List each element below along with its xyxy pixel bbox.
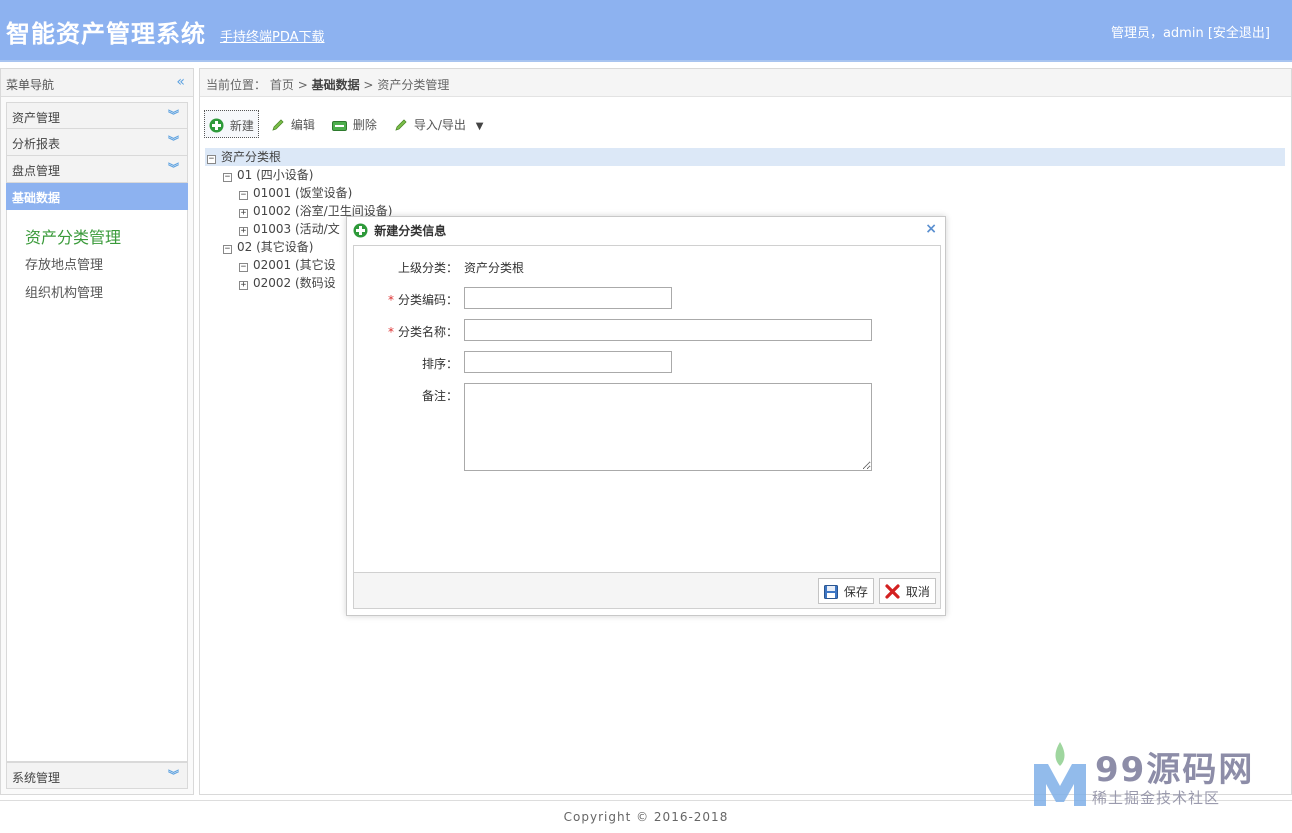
sidebar-item-label: 分析报表 — [12, 137, 61, 151]
logout-link[interactable]: [安全退出] — [1208, 26, 1270, 41]
dialog-body: 上级分类： 资产分类根 * 分类编码： * 分类名称： 排序： 备注： — [353, 245, 941, 572]
breadcrumb-page: 资产分类管理 — [377, 78, 450, 92]
category-name-label-text: 分类名称： — [397, 325, 458, 339]
double-chevron-left-icon[interactable]: « — [176, 74, 185, 90]
delete-button[interactable]: 删除 — [328, 110, 381, 138]
dialog-title: 新建分类信息 — [374, 224, 447, 238]
collapse-icon[interactable]: − — [239, 191, 248, 200]
sidebar-item-label: 系统管理 — [12, 771, 61, 785]
top-header: 智能资产管理系统 手持终端PDA下载 管理员，admin [安全退出] — [0, 0, 1292, 62]
red-x-icon — [885, 584, 900, 602]
pencil-icon — [271, 118, 285, 135]
remark-textarea[interactable] — [464, 383, 872, 471]
watermark-brand: 99源码网 — [1095, 750, 1255, 790]
cancel-button[interactable]: 取消 — [879, 578, 936, 604]
save-button[interactable]: 保存 — [818, 578, 874, 604]
plus-icon — [209, 118, 224, 136]
new-button[interactable]: 新建 — [204, 110, 259, 138]
plus-icon — [353, 223, 368, 243]
parent-category-label: 上级分类： — [397, 261, 458, 275]
double-chevron-down-icon: ︾ — [168, 162, 179, 175]
breadcrumb-separator: > — [297, 78, 308, 92]
expand-icon[interactable]: + — [239, 227, 248, 236]
watermark-subtitle: 稀土掘金技术社区 — [1092, 789, 1221, 807]
double-chevron-down-icon: ︾ — [168, 109, 179, 122]
required-mark: * — [387, 325, 394, 339]
breadcrumb-home[interactable]: 首页 — [270, 78, 294, 92]
import-export-button[interactable]: 导入/导出 ▼ — [390, 110, 487, 138]
breadcrumb-separator: > — [363, 78, 374, 92]
minus-icon — [332, 120, 347, 135]
sidebar-item-system[interactable]: 系统管理 ︾ — [6, 762, 188, 789]
tree-node-label: 01001 (饭堂设备) — [253, 186, 353, 200]
submenu-basic-data: 资产分类管理 存放地点管理 组织机构管理 — [6, 210, 188, 762]
double-chevron-down-icon: ︾ — [168, 135, 179, 148]
submenu-item-location[interactable]: 存放地点管理 — [7, 250, 187, 278]
required-mark: * — [387, 293, 394, 307]
tree-node-label: 02002 (数码设 — [253, 276, 336, 290]
sidebar-title: 菜单导航 — [6, 78, 55, 92]
category-code-label: * 分类编码： — [354, 291, 458, 308]
category-code-input[interactable] — [464, 287, 672, 309]
collapse-icon[interactable]: − — [207, 155, 216, 164]
close-icon[interactable]: × — [925, 221, 937, 237]
collapse-icon[interactable]: − — [223, 173, 232, 182]
dialog-footer: 保存 取消 — [353, 572, 941, 609]
tree-node-label: 资产分类根 — [221, 150, 282, 164]
delete-button-label: 删除 — [352, 118, 377, 132]
category-name-label: * 分类名称： — [354, 323, 458, 340]
new-category-dialog: 新建分类信息 × 上级分类： 资产分类根 * 分类编码： * 分类名称： 排序： 备… — [346, 216, 946, 616]
cancel-button-label: 取消 — [905, 585, 930, 599]
tree-node[interactable]: −01 (四小设备) — [205, 166, 1285, 184]
submenu-item-organization[interactable]: 组织机构管理 — [7, 278, 187, 306]
edit-button-label: 编辑 — [290, 118, 315, 132]
submenu-item-asset-category[interactable]: 资产分类管理 — [7, 220, 187, 250]
sort-order-label: 排序： — [421, 357, 458, 371]
user-name: 管理员，admin — [1110, 26, 1204, 41]
breadcrumb-section: 基础数据 — [311, 78, 360, 92]
sidebar-item-asset-management[interactable]: 资产管理 ︾ — [6, 102, 188, 129]
collapse-icon[interactable]: − — [223, 245, 232, 254]
category-name-input[interactable] — [464, 319, 872, 341]
tree-node-label: 02 (其它设备) — [237, 240, 314, 254]
import-export-label: 导入/导出 — [413, 118, 466, 132]
edit-button[interactable]: 编辑 — [267, 110, 319, 138]
save-button-label: 保存 — [843, 585, 868, 599]
copyright-text: Copyright © 2016-2018 — [563, 810, 729, 824]
expand-icon[interactable]: + — [239, 281, 248, 290]
category-code-label-text: 分类编码： — [397, 293, 458, 307]
sidebar-item-inventory[interactable]: 盘点管理 ︾ — [6, 156, 188, 183]
parent-category-value: 资产分类根 — [464, 261, 525, 275]
breadcrumb-prefix: 当前位置： — [206, 78, 267, 92]
tree-node-label: 02001 (其它设 — [253, 258, 336, 272]
expand-icon[interactable]: + — [239, 209, 248, 218]
sidebar-header: 菜单导航 « — [1, 69, 193, 97]
dialog-title-bar: 新建分类信息 — [353, 222, 446, 242]
tree-node-label: 01 (四小设备) — [237, 168, 314, 182]
sidebar-item-label: 基础数据 — [12, 191, 61, 205]
site-watermark: 99源码网 稀土掘金技术社区 — [1030, 740, 1280, 810]
floppy-disk-icon — [824, 585, 838, 602]
watermark-logo-icon — [1034, 742, 1086, 806]
breadcrumb: 当前位置： 首页 > 基础数据 > 资产分类管理 — [200, 69, 1291, 97]
caret-down-icon: ▼ — [475, 121, 484, 132]
pencil-icon — [394, 118, 408, 135]
remark-label: 备注： — [421, 389, 458, 403]
sidebar-item-basic-data[interactable]: 基础数据 — [6, 183, 188, 210]
app-title: 智能资产管理系统 — [6, 20, 206, 48]
tree-node-label: 01003 (活动/文 — [253, 222, 340, 236]
sidebar-item-label: 盘点管理 — [12, 164, 61, 178]
sidebar-item-label: 资产管理 — [12, 111, 61, 125]
pda-download-link[interactable]: 手持终端PDA下载 — [220, 26, 325, 45]
collapse-icon[interactable]: − — [239, 263, 248, 272]
user-area: 管理员，admin [安全退出] — [1111, 22, 1270, 41]
sidebar: 菜单导航 « 资产管理 ︾ 分析报表 ︾ 盘点管理 ︾ 基础数据 资产分类管理 … — [0, 68, 194, 795]
sort-order-input[interactable] — [464, 351, 672, 373]
tree-node[interactable]: − 资产分类根 — [205, 148, 1285, 166]
new-button-label: 新建 — [229, 119, 254, 133]
sidebar-item-reports[interactable]: 分析报表 ︾ — [6, 129, 188, 156]
double-chevron-down-icon: ︾ — [168, 769, 179, 782]
tree-node[interactable]: −01001 (饭堂设备) — [205, 184, 1285, 202]
